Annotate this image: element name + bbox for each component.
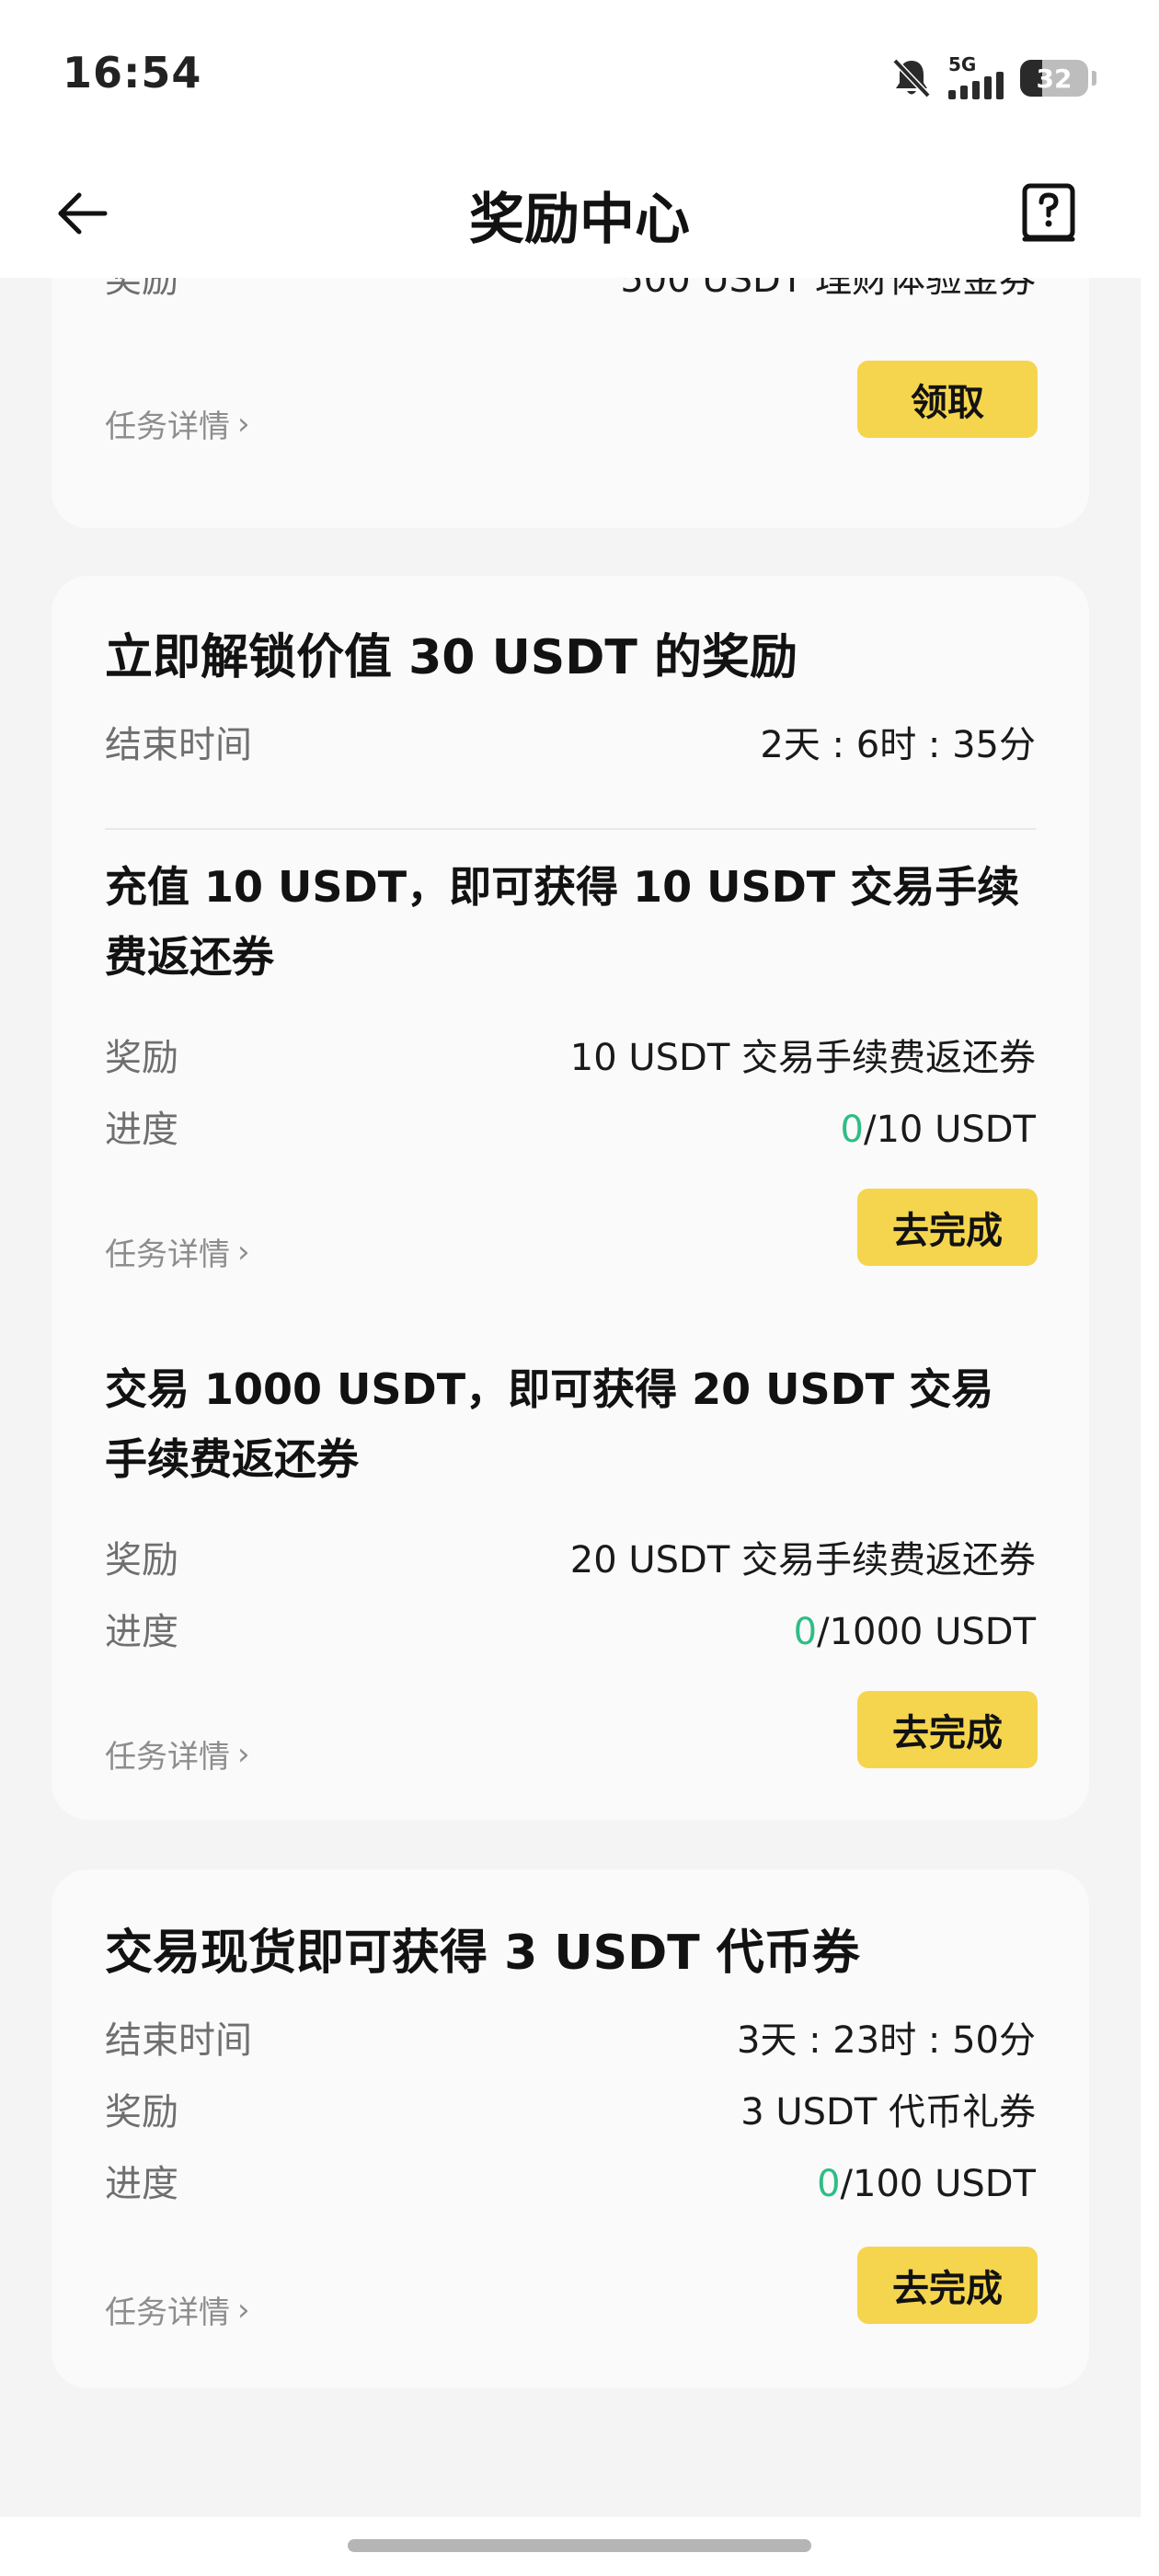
go-complete-button[interactable]: 去完成 [857, 1189, 1038, 1266]
scroll-edge [1141, 278, 1159, 2517]
go-complete-button[interactable]: 去完成 [857, 1691, 1038, 1768]
task-details-label: 任务详情 [105, 1236, 230, 1273]
reward-row: 奖励 3 USDT 代币礼券 [105, 2090, 1036, 2134]
status-time: 16:54 [63, 48, 202, 98]
battery-cap [1092, 71, 1096, 86]
task-title-deposit: 充值 10 USDT，即可获得 10 USDT 交易手续费返还券 [105, 862, 1020, 982]
progress-label: 进度 [105, 2163, 178, 2205]
reward-card-unlock-30: 立即解锁价值 30 USDT 的奖励 结束时间 2天 : 6时 : 35分 充值… [52, 576, 1089, 1820]
end-time-value: 3天 : 23时 : 50分 [736, 2019, 1036, 2062]
progress-label: 进度 [105, 1109, 178, 1151]
reward-center-screen: 16:54 5G 32 奖励中心 奖励 500 USDT 理财体验金券 任务详情… [0, 0, 1159, 2576]
reward-list[interactable]: 奖励 500 USDT 理财体验金券 任务详情 › 领取 立即解锁价值 30 U… [0, 278, 1141, 2517]
progress-value: 0/10 USDT [841, 1108, 1036, 1152]
progress-target: /1000 USDT [817, 1611, 1036, 1653]
reward-card-experience-voucher: 奖励 500 USDT 理财体验金券 任务详情 › 领取 [52, 278, 1089, 528]
reward-card-spot-trade: 交易现货即可获得 3 USDT 代币券 结束时间 3天 : 23时 : 50分 … [52, 1869, 1089, 2388]
task-details-label: 任务详情 [105, 408, 230, 445]
signal-indicator: 5G [948, 55, 1004, 101]
end-time-label: 结束时间 [105, 2019, 252, 2062]
reward-row: 奖励 10 USDT 交易手续费返还券 [105, 1036, 1036, 1080]
progress-value: 0/100 USDT [817, 2162, 1036, 2206]
progress-target: /100 USDT [840, 2163, 1036, 2205]
progress-row: 进度 0/100 USDT [105, 2162, 1036, 2206]
signal-bars-icon [948, 72, 1004, 99]
reward-value: 20 USDT 交易手续费返还券 [569, 1539, 1036, 1581]
card-title: 立即解锁价值 30 USDT 的奖励 [105, 630, 798, 685]
reward-label: 奖励 [105, 2091, 178, 2133]
end-time-label: 结束时间 [105, 724, 252, 766]
reward-value: 10 USDT 交易手续费返还券 [569, 1037, 1036, 1079]
network-label: 5G [948, 53, 977, 75]
progress-value: 0/1000 USDT [794, 1610, 1036, 1654]
reward-label: 奖励 [105, 1539, 178, 1581]
status-icons: 5G 32 [891, 55, 1096, 101]
end-time-row: 结束时间 3天 : 23时 : 50分 [105, 2018, 1036, 2063]
end-time-row: 结束时间 2天 : 6时 : 35分 [105, 723, 1036, 767]
reward-row: 奖励 500 USDT 理财体验金券 [105, 278, 1036, 302]
battery-level: 32 [1036, 63, 1073, 94]
back-arrow-icon[interactable] [53, 184, 112, 243]
progress-row: 进度 0/1000 USDT [105, 1610, 1036, 1654]
task-details-link[interactable]: 任务详情 › [105, 1229, 250, 1274]
progress-current: 0 [840, 1109, 864, 1151]
card-title: 交易现货即可获得 3 USDT 代币券 [105, 1926, 860, 1981]
status-bar: 16:54 5G 32 [0, 0, 1159, 147]
task-details-link[interactable]: 任务详情 › [105, 1731, 250, 1777]
chevron-right-icon: › [237, 405, 250, 443]
page-title: 奖励中心 [469, 188, 690, 252]
task-details-link[interactable]: 任务详情 › [105, 2287, 250, 2332]
divider [105, 828, 1036, 830]
chevron-right-icon: › [237, 1233, 250, 1271]
bell-muted-icon [891, 57, 932, 99]
progress-current: 0 [817, 2163, 841, 2205]
progress-label: 进度 [105, 1611, 178, 1653]
home-indicator[interactable] [348, 2539, 811, 2552]
end-time-value: 2天 : 6时 : 35分 [760, 724, 1036, 766]
chevron-right-icon: › [237, 1735, 250, 1773]
progress-target: /10 USDT [864, 1109, 1036, 1151]
task-details-link[interactable]: 任务详情 › [105, 401, 250, 446]
reward-row: 奖励 20 USDT 交易手续费返还券 [105, 1538, 1036, 1582]
progress-current: 0 [793, 1611, 818, 1653]
task-title-trade: 交易 1000 USDT，即可获得 20 USDT 交易手续费返还券 [105, 1364, 994, 1484]
progress-row: 进度 0/10 USDT [105, 1108, 1036, 1152]
task-details-label: 任务详情 [105, 2294, 230, 2331]
reward-value: 3 USDT 代币礼券 [740, 2091, 1036, 2133]
nav-bar: 奖励中心 [0, 147, 1159, 278]
battery-icon: 32 [1020, 60, 1088, 97]
go-complete-button[interactable]: 去完成 [857, 2247, 1038, 2324]
chevron-right-icon: › [237, 2291, 250, 2329]
help-book-icon[interactable] [1019, 182, 1078, 245]
claim-button[interactable]: 领取 [857, 361, 1038, 438]
reward-value: 500 USDT 理财体验金券 [620, 278, 1036, 301]
reward-label: 奖励 [105, 1037, 178, 1079]
task-details-label: 任务详情 [105, 1739, 230, 1776]
reward-label: 奖励 [105, 278, 178, 301]
